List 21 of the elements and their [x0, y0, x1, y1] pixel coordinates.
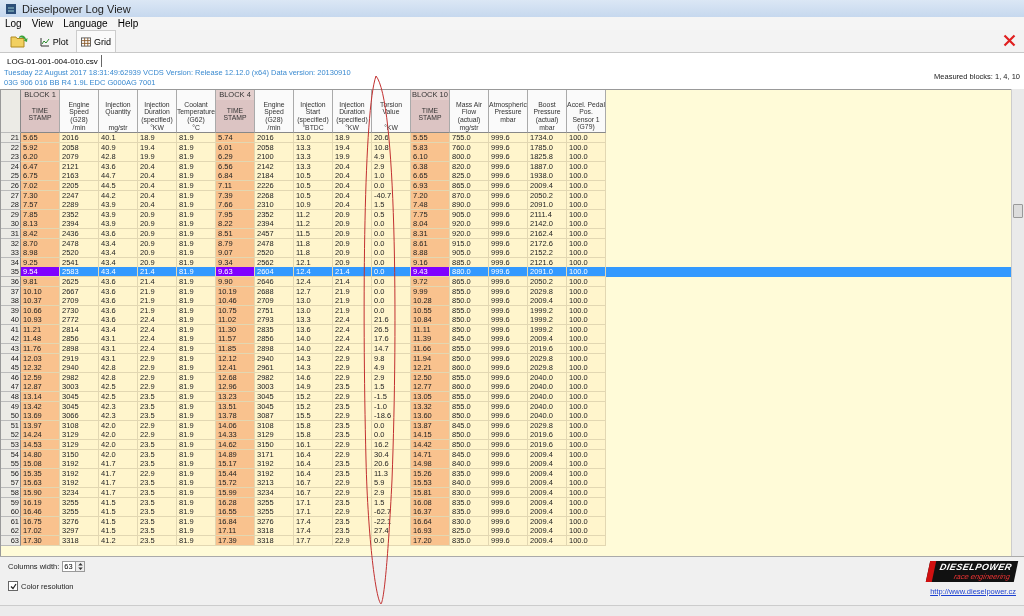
close-icon [1003, 34, 1016, 47]
check-icon [9, 582, 17, 590]
spinner-arrows-icon [76, 562, 84, 571]
view-tab[interactable]: Plot [34, 30, 74, 52]
scrollbar[interactable] [1011, 89, 1024, 556]
menu-item[interactable]: View [31, 18, 54, 29]
table-icon [81, 36, 91, 47]
menu-item[interactable]: Log [5, 18, 22, 29]
view-tab[interactable]: Grid [76, 30, 116, 52]
scrollbar-thumb[interactable] [1013, 204, 1023, 218]
app-icon [5, 2, 17, 15]
close-button[interactable] [1001, 32, 1018, 49]
menu-item[interactable]: Help [117, 18, 139, 29]
checkbox[interactable] [8, 581, 18, 591]
folder-icon [10, 34, 28, 48]
menu-item[interactable]: Language [63, 18, 108, 29]
chart-icon [39, 36, 50, 47]
spinner-button[interactable] [76, 561, 86, 572]
file-tab[interactable]: LOG-01-001-004-010.csv [4, 55, 102, 67]
window-title: Dieselpower Log View [22, 2, 131, 15]
logo-wordmark: DIESELPOWER [938, 562, 1013, 572]
